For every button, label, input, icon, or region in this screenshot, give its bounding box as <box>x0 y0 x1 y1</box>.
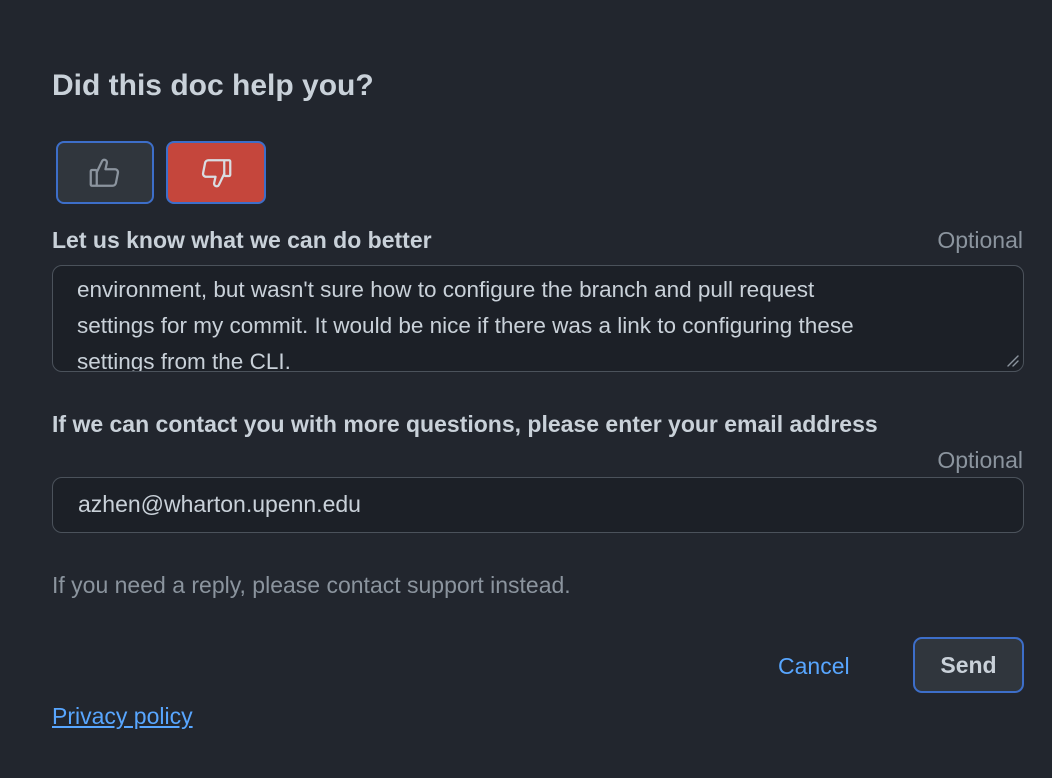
thumbs-down-icon <box>201 158 232 187</box>
feedback-title: Did this doc help you? <box>52 69 374 102</box>
textarea-line: settings from the CLI. <box>77 349 291 372</box>
thumbs-up-icon <box>89 158 120 187</box>
thumbs-down-button[interactable] <box>166 141 266 204</box>
textarea-line: settings for my commit. It would be nice… <box>77 313 854 338</box>
email-optional-label: Optional <box>937 447 1023 473</box>
support-hint: If you need a reply, please contact supp… <box>52 572 571 598</box>
thumbs-up-button[interactable] <box>56 141 154 204</box>
privacy-policy-link[interactable]: Privacy policy <box>52 701 193 731</box>
resize-handle-icon[interactable] <box>1006 354 1020 368</box>
improve-label: Let us know what we can do better <box>52 227 432 253</box>
improve-textarea[interactable]: environment, but wasn't sure how to conf… <box>52 265 1024 372</box>
feedback-panel: Did this doc help you? Let us know what … <box>0 0 1052 778</box>
email-field[interactable]: azhen@wharton.upenn.edu <box>52 477 1024 533</box>
cancel-button[interactable]: Cancel <box>778 651 850 681</box>
send-button[interactable]: Send <box>913 637 1024 693</box>
textarea-line: environment, but wasn't sure how to conf… <box>77 277 815 302</box>
improve-optional-label: Optional <box>937 227 1023 253</box>
email-label: If we can contact you with more question… <box>52 411 878 437</box>
